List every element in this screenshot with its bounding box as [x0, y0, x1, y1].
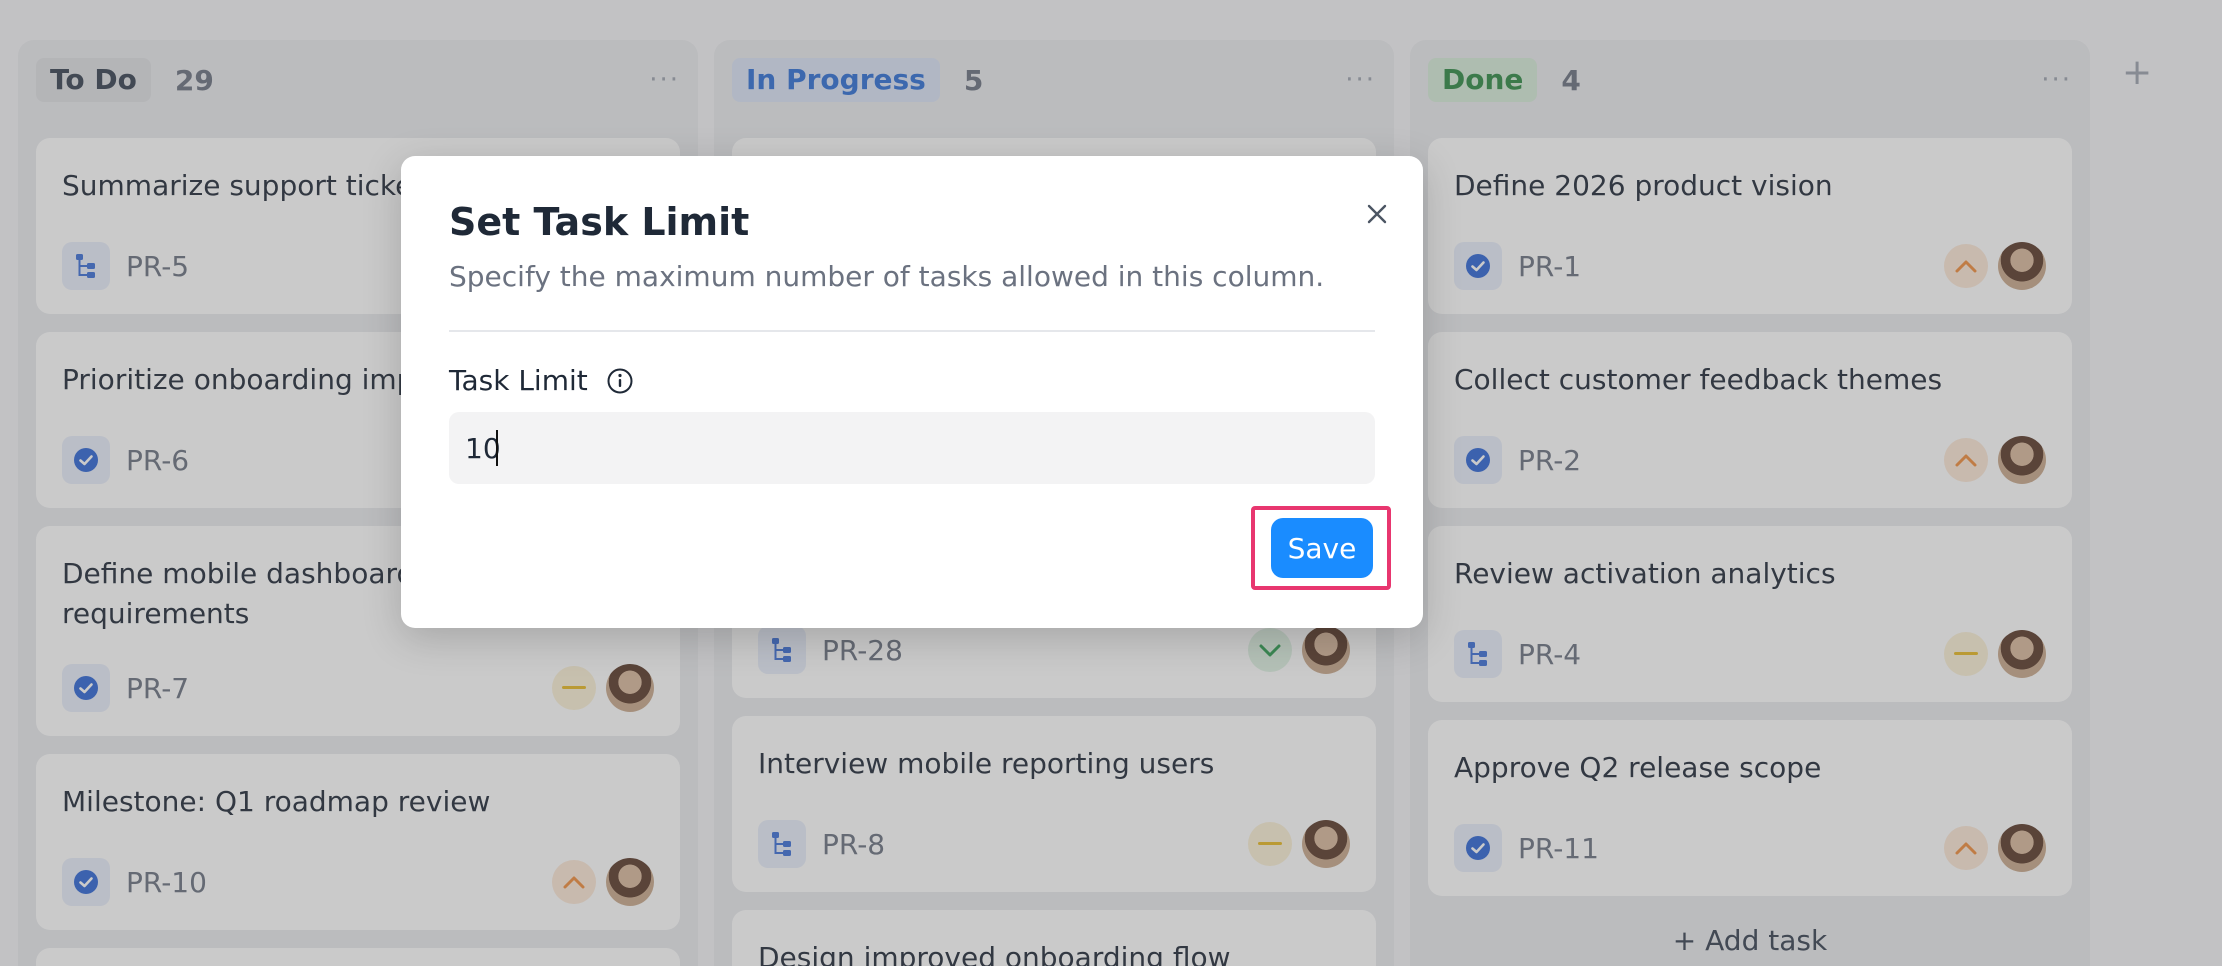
dialog-title: Set Task Limit — [449, 200, 750, 244]
divider — [449, 330, 1375, 332]
info-icon[interactable] — [606, 367, 634, 395]
task-limit-input[interactable] — [449, 412, 1375, 484]
field-label-text: Task Limit — [449, 364, 588, 397]
task-limit-label: Task Limit — [449, 364, 634, 397]
dialog-description: Specify the maximum number of tasks allo… — [449, 260, 1325, 293]
save-button[interactable]: Save — [1271, 518, 1373, 578]
text-caret — [496, 430, 498, 466]
close-icon[interactable] — [1355, 192, 1399, 236]
